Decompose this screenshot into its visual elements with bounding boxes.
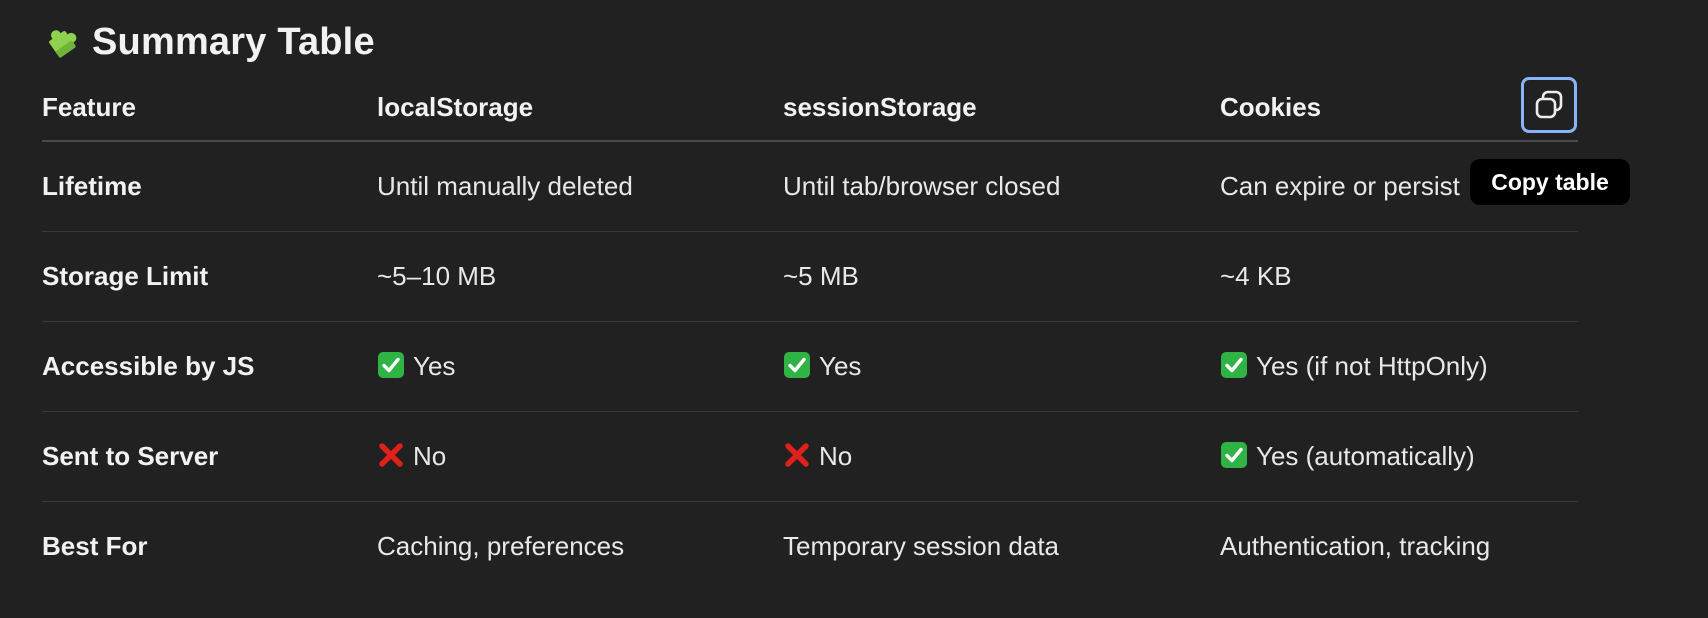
cell-text: Temporary session data	[783, 531, 1060, 561]
cell-text: Can expire or persist	[1220, 171, 1460, 201]
cell-text: Authentication, tracking	[1220, 531, 1491, 561]
check-mark-icon	[784, 352, 810, 378]
table-cell-localstorage: Yes	[377, 321, 783, 412]
summary-table: Feature localStorage sessionStorage Cook…	[42, 74, 1578, 591]
table-cell-sessionstorage: Until tab/browser closed	[783, 141, 1220, 232]
table-cell-localstorage: ~5–10 MB	[377, 231, 783, 322]
table-cell-localstorage: No	[377, 411, 783, 502]
table-cell-sessionstorage: Temporary session data	[783, 502, 1220, 592]
cell-text: Yes	[819, 351, 862, 381]
row-label: Accessible by JS	[42, 321, 377, 412]
table-body: Lifetime Until manually deleted Until tab/…	[42, 141, 1578, 591]
table-header-row: Feature localStorage sessionStorage Cook…	[42, 74, 1578, 142]
cell-text: Caching, preferences	[377, 531, 625, 561]
column-header-sessionstorage: sessionStorage	[783, 74, 1220, 142]
cross-mark-icon	[379, 443, 403, 467]
row-label: Storage Limit	[42, 231, 377, 322]
page-title: Summary Table	[92, 20, 375, 63]
column-header-feature: Feature	[42, 74, 377, 142]
cell-text: Yes (if not HttpOnly)	[1256, 351, 1488, 381]
cell-text: ~4 KB	[1220, 261, 1292, 291]
row-label: Sent to Server	[42, 411, 377, 502]
table-cell-localstorage: Caching, preferences	[377, 502, 783, 592]
section-heading: Summary Table	[42, 18, 375, 66]
cell-text: No	[819, 441, 853, 471]
cell-text: Yes	[413, 351, 456, 381]
copy-icon	[1535, 90, 1563, 119]
table-cell-sessionstorage: ~5 MB	[783, 231, 1220, 322]
cell-text: Until manually deleted	[377, 171, 633, 201]
cell-text: Yes (automatically)	[1256, 441, 1475, 471]
puzzle-piece-icon	[49, 30, 77, 58]
table-cell-cookies: ~4 KB	[1220, 231, 1578, 322]
table-cell-localstorage: Until manually deleted	[377, 141, 783, 232]
table-row: Sent to Server No No Yes (automatically)	[42, 411, 1578, 502]
check-mark-icon	[1221, 352, 1247, 378]
row-label: Best For	[42, 531, 148, 561]
table-cell-cookies: Yes (if not HttpOnly)	[1220, 321, 1578, 412]
copy-table-button[interactable]	[1521, 77, 1577, 133]
check-mark-icon	[378, 352, 404, 378]
cell-text: Until tab/browser closed	[783, 171, 1061, 201]
cell-text: ~5–10 MB	[377, 261, 497, 291]
cell-text: No	[413, 441, 447, 471]
check-mark-icon	[1221, 442, 1247, 468]
copy-table-tooltip: Copy table	[1470, 159, 1630, 205]
row-label: Lifetime	[42, 141, 377, 232]
table-cell-cookies: Yes (automatically)	[1220, 411, 1578, 502]
summary-table-container: Feature localStorage sessionStorage Cook…	[42, 74, 1578, 591]
column-header-localstorage: localStorage	[377, 74, 783, 142]
table-row: Storage Limit ~5–10 MB ~5 MB ~4 KB	[42, 231, 1578, 322]
table-cell-sessionstorage: Yes	[783, 321, 1220, 412]
cross-mark-icon	[785, 443, 809, 467]
table-row: Lifetime Until manually deleted Until tab/…	[42, 141, 1578, 232]
table-cell-cookies: Authentication, tracking	[1220, 502, 1578, 592]
cell-text: ~5 MB	[783, 261, 859, 291]
table-row: Best For Caching, preferences Temporary se…	[42, 502, 1578, 592]
table-cell-sessionstorage: No	[783, 411, 1220, 502]
table-row: Accessible by JS Yes Yes Yes (if not HttpOn…	[42, 321, 1578, 412]
